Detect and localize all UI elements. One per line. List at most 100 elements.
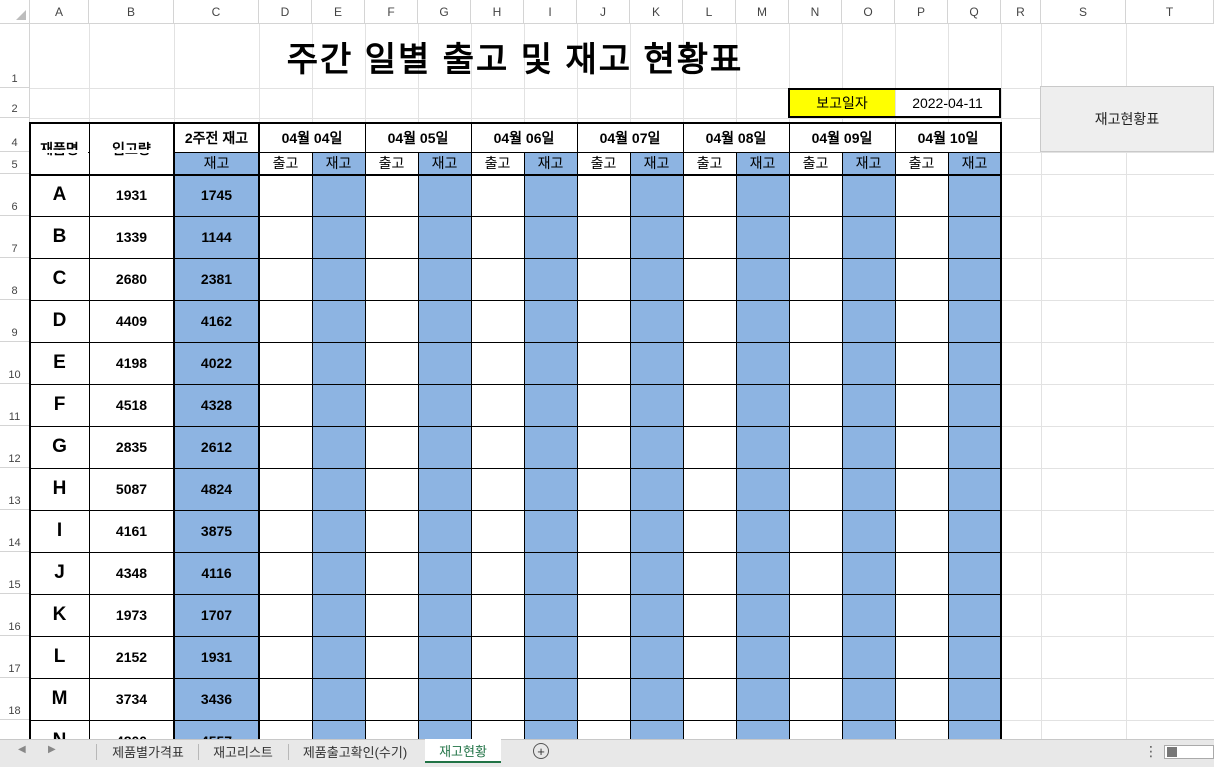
column-header[interactable]: A xyxy=(30,0,89,24)
add-sheet-icon[interactable]: + xyxy=(533,743,549,759)
header-stock: 재고 xyxy=(537,155,564,171)
column-header[interactable]: C xyxy=(174,0,259,24)
column-header[interactable]: M xyxy=(736,0,789,24)
table-border-h xyxy=(30,216,1001,217)
stock-column-fill xyxy=(842,152,895,739)
inventory-status-button[interactable]: 재고현황표 xyxy=(1040,86,1214,152)
table-border-h xyxy=(30,122,1001,124)
stock-column-fill xyxy=(948,152,1001,739)
prev-stock-qty: 1707 xyxy=(200,607,233,623)
sheet-tab-bar: ◀ ▶ 제품별가격표 재고리스트 제품출고확인(수기) 재고현황 + ⋮ xyxy=(0,739,1214,767)
incoming-qty: 2835 xyxy=(115,439,148,455)
border xyxy=(788,116,1001,118)
prev-stock-qty: 4824 xyxy=(200,481,233,497)
table-border-v xyxy=(365,122,366,739)
row-header[interactable]: 16 xyxy=(0,594,30,636)
row-header[interactable]: 12 xyxy=(0,426,30,468)
table-border-h xyxy=(30,720,1001,721)
table-border-v xyxy=(895,122,896,739)
column-header[interactable]: L xyxy=(683,0,736,24)
stock-column-fill xyxy=(418,152,471,739)
select-all-corner[interactable] xyxy=(0,0,30,24)
row-header[interactable]: 9 xyxy=(0,300,30,342)
header-date-merge xyxy=(312,124,313,152)
header-out: 출고 xyxy=(908,155,935,171)
row-header[interactable]: 8 xyxy=(0,258,30,300)
table-border-h xyxy=(30,152,1001,153)
row-header[interactable]: 7 xyxy=(0,216,30,258)
table-border-v xyxy=(1000,122,1002,739)
options-icon[interactable]: ⋮ xyxy=(1144,743,1158,760)
prev-stock-qty: 1931 xyxy=(200,649,233,665)
row-header[interactable]: 4 xyxy=(0,118,30,152)
column-header[interactable]: E xyxy=(312,0,365,24)
column-header[interactable]: G xyxy=(418,0,471,24)
product-name: A xyxy=(52,184,67,205)
column-header[interactable]: S xyxy=(1041,0,1126,24)
row-header[interactable]: 11 xyxy=(0,384,30,426)
prev-stock-qty: 3875 xyxy=(200,523,233,539)
table-border-v xyxy=(948,122,949,739)
product-name: F xyxy=(53,394,66,415)
row-header[interactable]: 18 xyxy=(0,678,30,720)
column-header[interactable]: Q xyxy=(948,0,1001,24)
column-header[interactable]: R xyxy=(1001,0,1041,24)
row-header[interactable]: 17 xyxy=(0,636,30,678)
header-stock: 재고 xyxy=(643,155,670,171)
incoming-qty: 4161 xyxy=(115,523,148,539)
column-header[interactable]: N xyxy=(789,0,842,24)
column-header[interactable]: P xyxy=(895,0,948,24)
table-border-v xyxy=(173,122,175,739)
tab-stock-list[interactable]: 재고리스트 xyxy=(200,740,286,762)
table-border-h xyxy=(30,552,1001,553)
tab-inventory-status[interactable]: 재고현황 xyxy=(425,739,501,763)
product-name: J xyxy=(54,562,65,583)
horizontal-scrollbar[interactable] xyxy=(1164,745,1214,759)
stock-column-fill xyxy=(736,152,789,739)
row-header[interactable]: 10 xyxy=(0,342,30,384)
column-header[interactable]: K xyxy=(630,0,683,24)
column-header[interactable]: D xyxy=(259,0,312,24)
row-header[interactable]: 1 xyxy=(0,24,30,88)
row-header[interactable]: 2 xyxy=(0,88,30,118)
column-header[interactable]: F xyxy=(365,0,418,24)
header-date-merge xyxy=(842,124,843,152)
column-header[interactable]: H xyxy=(471,0,524,24)
prev-stock-qty: 4116 xyxy=(201,565,232,581)
report-date-value[interactable]: 2022-04-11 xyxy=(895,89,1000,117)
border xyxy=(788,88,790,118)
row-header[interactable]: 6 xyxy=(0,174,30,216)
row-header[interactable]: 5 xyxy=(0,152,30,174)
column-header[interactable]: O xyxy=(842,0,895,24)
table-border-h xyxy=(30,384,1001,385)
column-header[interactable]: I xyxy=(524,0,577,24)
product-name: E xyxy=(53,352,66,373)
incoming-qty: 4409 xyxy=(115,313,148,329)
row-header[interactable]: 14 xyxy=(0,510,30,552)
column-header[interactable]: B xyxy=(89,0,174,24)
header-date-merge xyxy=(524,124,525,152)
next-sheet-icon[interactable]: ▶ xyxy=(48,744,56,755)
header-stock: 재고 xyxy=(855,155,882,171)
header-out: 출고 xyxy=(484,155,511,171)
header-date-merge xyxy=(418,124,419,152)
gridline-h xyxy=(30,118,1214,119)
tab-shipment-check[interactable]: 제품출고확인(수기) xyxy=(292,740,418,762)
row-header[interactable]: 13 xyxy=(0,468,30,510)
prev-sheet-icon[interactable]: ◀ xyxy=(18,744,26,755)
prev-stock-qty: 4022 xyxy=(200,355,233,371)
header-incoming: 입고량 xyxy=(112,140,151,157)
row-header[interactable]: 15 xyxy=(0,552,30,594)
prev-stock-qty: 4162 xyxy=(200,313,233,329)
column-header[interactable]: J xyxy=(577,0,630,24)
prev-stock-qty: 4328 xyxy=(200,397,233,413)
table-border-v xyxy=(789,122,790,739)
header-out: 출고 xyxy=(802,155,829,171)
tab-price-list[interactable]: 제품별가격표 xyxy=(100,740,196,762)
header-stock: 재고 xyxy=(749,155,776,171)
tab-separator xyxy=(198,744,199,760)
scroll-left-icon[interactable] xyxy=(1167,747,1177,757)
column-header[interactable]: T xyxy=(1126,0,1214,24)
stock-column-fill xyxy=(524,152,577,739)
header-date-merge xyxy=(736,124,737,152)
